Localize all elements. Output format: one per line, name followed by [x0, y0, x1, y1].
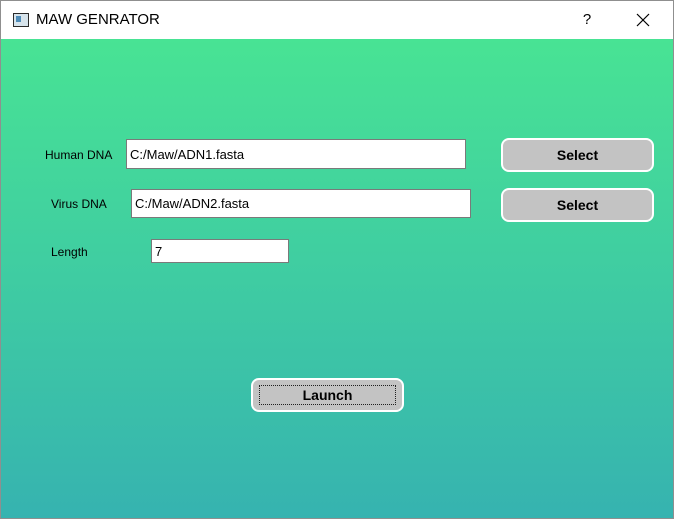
- close-button[interactable]: [621, 5, 665, 35]
- window-app-icon: [13, 13, 29, 27]
- select-human-dna-button[interactable]: Select: [501, 138, 654, 172]
- select-virus-dna-button[interactable]: Select: [501, 188, 654, 222]
- help-button[interactable]: ?: [569, 5, 605, 35]
- title-bar: MAW GENRATOR ?: [1, 1, 673, 39]
- virus-dna-path-input[interactable]: [131, 189, 471, 218]
- human-dna-path-input[interactable]: [126, 139, 466, 169]
- launch-button-label: Launch: [259, 385, 396, 405]
- close-icon: [636, 13, 650, 27]
- virus-dna-label: Virus DNA: [51, 197, 107, 211]
- form-panel: Human DNA Select Virus DNA Select Length…: [1, 39, 673, 518]
- human-dna-label: Human DNA: [45, 148, 113, 162]
- length-input[interactable]: [151, 239, 289, 263]
- main-window: MAW GENRATOR ? Human DNA Select Virus DN…: [0, 0, 674, 519]
- launch-button[interactable]: Launch: [251, 378, 404, 412]
- app-icon-pane: [16, 16, 21, 22]
- window-title: MAW GENRATOR: [36, 11, 160, 28]
- length-label: Length: [51, 245, 88, 259]
